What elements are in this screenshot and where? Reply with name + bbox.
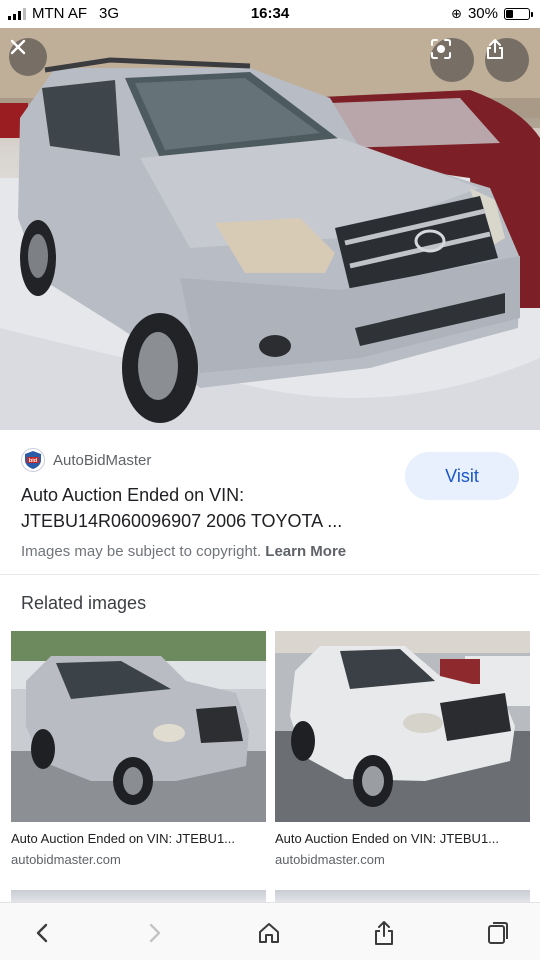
back-button[interactable] xyxy=(28,919,56,947)
source-row[interactable]: bid AutoBidMaster xyxy=(21,448,151,472)
visit-button[interactable]: Visit xyxy=(405,452,519,500)
rotation-lock-icon: ⊕ xyxy=(451,5,462,21)
related-caption: Auto Auction Ended on VIN: JTEBU1... xyxy=(275,831,500,846)
favicon-text: bid xyxy=(29,458,37,464)
result-title-line1: Auto Auction Ended on VIN: xyxy=(21,485,245,505)
related-caption: Auto Auction Ended on VIN: JTEBU1... xyxy=(11,831,236,846)
forward-button[interactable] xyxy=(141,919,169,947)
browser-toolbar xyxy=(0,902,540,960)
share-icon xyxy=(487,39,503,59)
close-button[interactable] xyxy=(9,38,47,76)
back-arrow-icon xyxy=(36,923,48,943)
tabs-button[interactable] xyxy=(484,919,512,947)
related-domain: autobidmaster.com xyxy=(275,852,385,867)
related-image-card[interactable]: Auto Auction Ended on VIN: JTEBU1... aut… xyxy=(11,631,266,867)
battery-icon xyxy=(504,7,533,20)
battery-percent: 30% xyxy=(467,5,498,22)
tabs-icon xyxy=(488,922,508,944)
home-button[interactable] xyxy=(255,919,283,947)
divider xyxy=(0,574,540,575)
share-image-button[interactable] xyxy=(485,38,529,82)
learn-more-link[interactable]: Learn More xyxy=(265,543,346,560)
related-domain: autobidmaster.com xyxy=(11,852,121,867)
close-icon xyxy=(10,39,26,55)
copyright-text: Images may be subject to copyright. xyxy=(21,543,262,560)
lens-button[interactable] xyxy=(430,38,474,82)
related-thumbnail[interactable] xyxy=(11,631,266,822)
lens-icon xyxy=(431,39,451,59)
copyright-notice: Images may be subject to copyright. Lear… xyxy=(21,543,346,560)
forward-arrow-icon xyxy=(149,923,161,943)
share-icon xyxy=(375,921,393,945)
home-icon xyxy=(259,923,279,943)
share-page-button[interactable] xyxy=(370,919,398,947)
related-thumbnail[interactable] xyxy=(275,631,530,822)
car-photo xyxy=(0,28,540,430)
status-right: ⊕ 30% xyxy=(451,5,533,22)
result-title[interactable]: Auto Auction Ended on VIN: JTEBU14R06009… xyxy=(21,482,391,534)
result-title-line2: JTEBU14R060096907 2006 TOYOTA ... xyxy=(21,511,343,531)
hero-image[interactable] xyxy=(0,28,540,430)
autobidmaster-favicon-icon: bid xyxy=(21,448,45,472)
related-images-heading: Related images xyxy=(21,593,147,613)
source-name: AutoBidMaster xyxy=(53,451,152,469)
status-bar: MTN AF 3G 16:34 ⊕ 30% xyxy=(0,0,540,28)
related-image-card[interactable]: Auto Auction Ended on VIN: JTEBU1... aut… xyxy=(275,631,530,867)
